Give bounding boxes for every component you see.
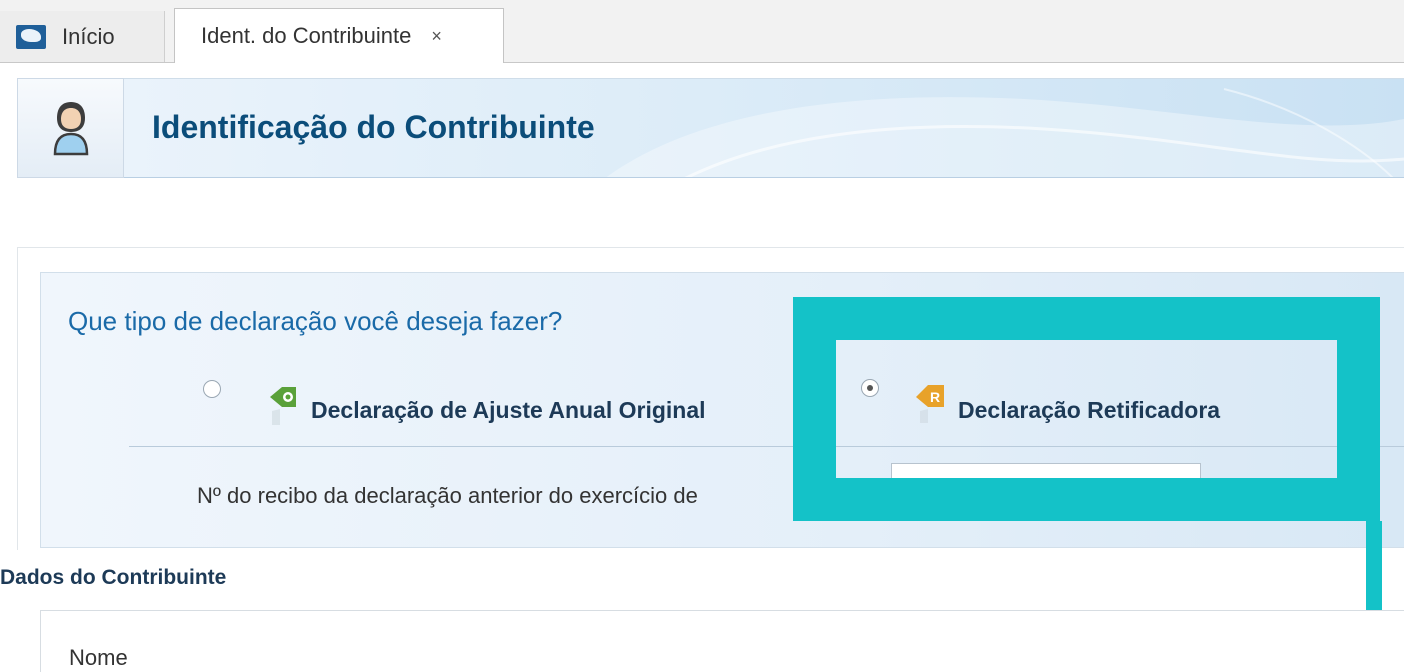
person-icon: [53, 102, 88, 156]
home-flag-icon: [16, 24, 46, 49]
tab-inicio-label: Início: [62, 23, 115, 49]
radio-original[interactable]: [203, 380, 221, 398]
receipt-number-label: Nº do recibo da declaração anterior do e…: [197, 483, 698, 508]
tab-bar: Início Ident. do Contribuinte ×: [0, 0, 1404, 63]
radio-retificadora[interactable]: [861, 379, 879, 397]
page-header-banner: Identificação do Contribuinte: [124, 78, 1404, 178]
page-title: Identificação do Contribuinte: [152, 109, 595, 145]
tag-o-icon: [270, 387, 296, 425]
dados-contribuinte-panel: Nome: [40, 610, 1404, 672]
declaration-type-panel: Que tipo de declaração você deseja fazer…: [40, 272, 1404, 548]
svg-text:R: R: [930, 389, 940, 405]
tab-inicio[interactable]: Início: [0, 11, 165, 62]
tab-ident-label: Ident. do Contribuinte: [201, 23, 412, 48]
question-title: Que tipo de declaração você deseja fazer…: [68, 306, 563, 336]
tab-ident-contribuinte[interactable]: Ident. do Contribuinte ×: [174, 8, 504, 63]
user-avatar: [17, 78, 124, 178]
divider: [129, 446, 1404, 447]
close-icon[interactable]: ×: [431, 26, 442, 47]
option-retificadora-label[interactable]: Declaração Retificadora: [958, 397, 1220, 424]
section-title-dados: Dados do Contribuinte: [0, 566, 227, 589]
option-original-label[interactable]: Declaração de Ajuste Anual Original: [311, 397, 706, 424]
nome-label: Nome: [69, 645, 128, 670]
receipt-number-input[interactable]: [891, 463, 1201, 505]
tag-r-icon: R: [916, 385, 944, 423]
